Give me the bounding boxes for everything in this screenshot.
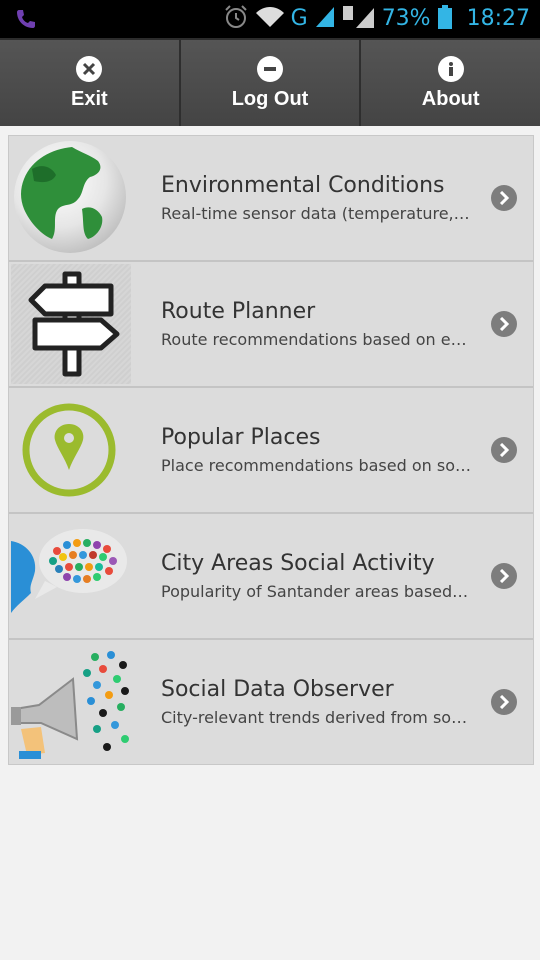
minus-icon <box>257 55 283 82</box>
chevron-right-icon <box>491 311 517 337</box>
battery-icon <box>437 4 453 34</box>
wifi-icon <box>255 5 285 33</box>
item-title: Social Data Observer <box>161 677 394 702</box>
logout-button[interactable]: Log Out <box>178 40 360 126</box>
chevron-right-icon <box>491 689 517 715</box>
chevron-right-icon <box>491 437 517 463</box>
about-label: About <box>421 87 480 110</box>
item-subtitle: Place recommendations based on social da… <box>161 456 471 475</box>
phone-icon <box>14 7 38 31</box>
menu-item-city-areas-social-activity[interactable]: City Areas Social Activity Popularity of… <box>9 514 533 640</box>
alarm-icon <box>223 4 249 34</box>
item-subtitle: City-relevant trends derived from social… <box>161 708 471 727</box>
speech-bubble-icon <box>11 516 131 636</box>
battery-percent: 73% <box>381 6 431 31</box>
about-button[interactable]: About <box>359 40 540 126</box>
menu-item-route-planner[interactable]: Route Planner Route recommendations base… <box>9 262 533 388</box>
menu-item-environmental-conditions[interactable]: Environmental Conditions Real-time senso… <box>9 136 533 262</box>
item-title: Route Planner <box>161 299 316 324</box>
signal-icon-secondary <box>342 4 376 34</box>
exit-button[interactable]: Exit <box>0 40 179 126</box>
item-subtitle: Route recommendations based on environme… <box>161 330 471 349</box>
logout-label: Log Out <box>231 87 309 110</box>
close-icon <box>76 55 103 82</box>
chevron-right-icon <box>491 563 517 589</box>
menu-list: Environmental Conditions Real-time senso… <box>8 135 534 765</box>
megaphone-icon <box>11 642 131 762</box>
item-subtitle: Popularity of Santander areas based on s… <box>161 582 471 601</box>
info-icon <box>437 55 464 82</box>
status-bar: G 73% 18:27 <box>0 0 540 38</box>
exit-label: Exit <box>70 87 108 110</box>
item-title: Environmental Conditions <box>161 173 445 198</box>
signpost-icon <box>11 264 131 384</box>
item-subtitle: Real-time sensor data (temperature, nois… <box>161 204 471 223</box>
menu-item-popular-places[interactable]: Popular Places Place recommendations bas… <box>9 388 533 514</box>
map-pin-icon <box>11 390 131 510</box>
network-type: G <box>290 6 308 31</box>
menu-item-social-data-observer[interactable]: Social Data Observer City-relevant trend… <box>9 640 533 764</box>
clock: 18:27 <box>466 6 530 31</box>
signal-icon <box>314 5 336 33</box>
item-title: Popular Places <box>161 425 321 450</box>
chevron-right-icon <box>491 185 517 211</box>
globe-icon <box>11 138 131 258</box>
item-title: City Areas Social Activity <box>161 551 435 576</box>
action-bar: Exit Log Out About <box>0 38 540 126</box>
